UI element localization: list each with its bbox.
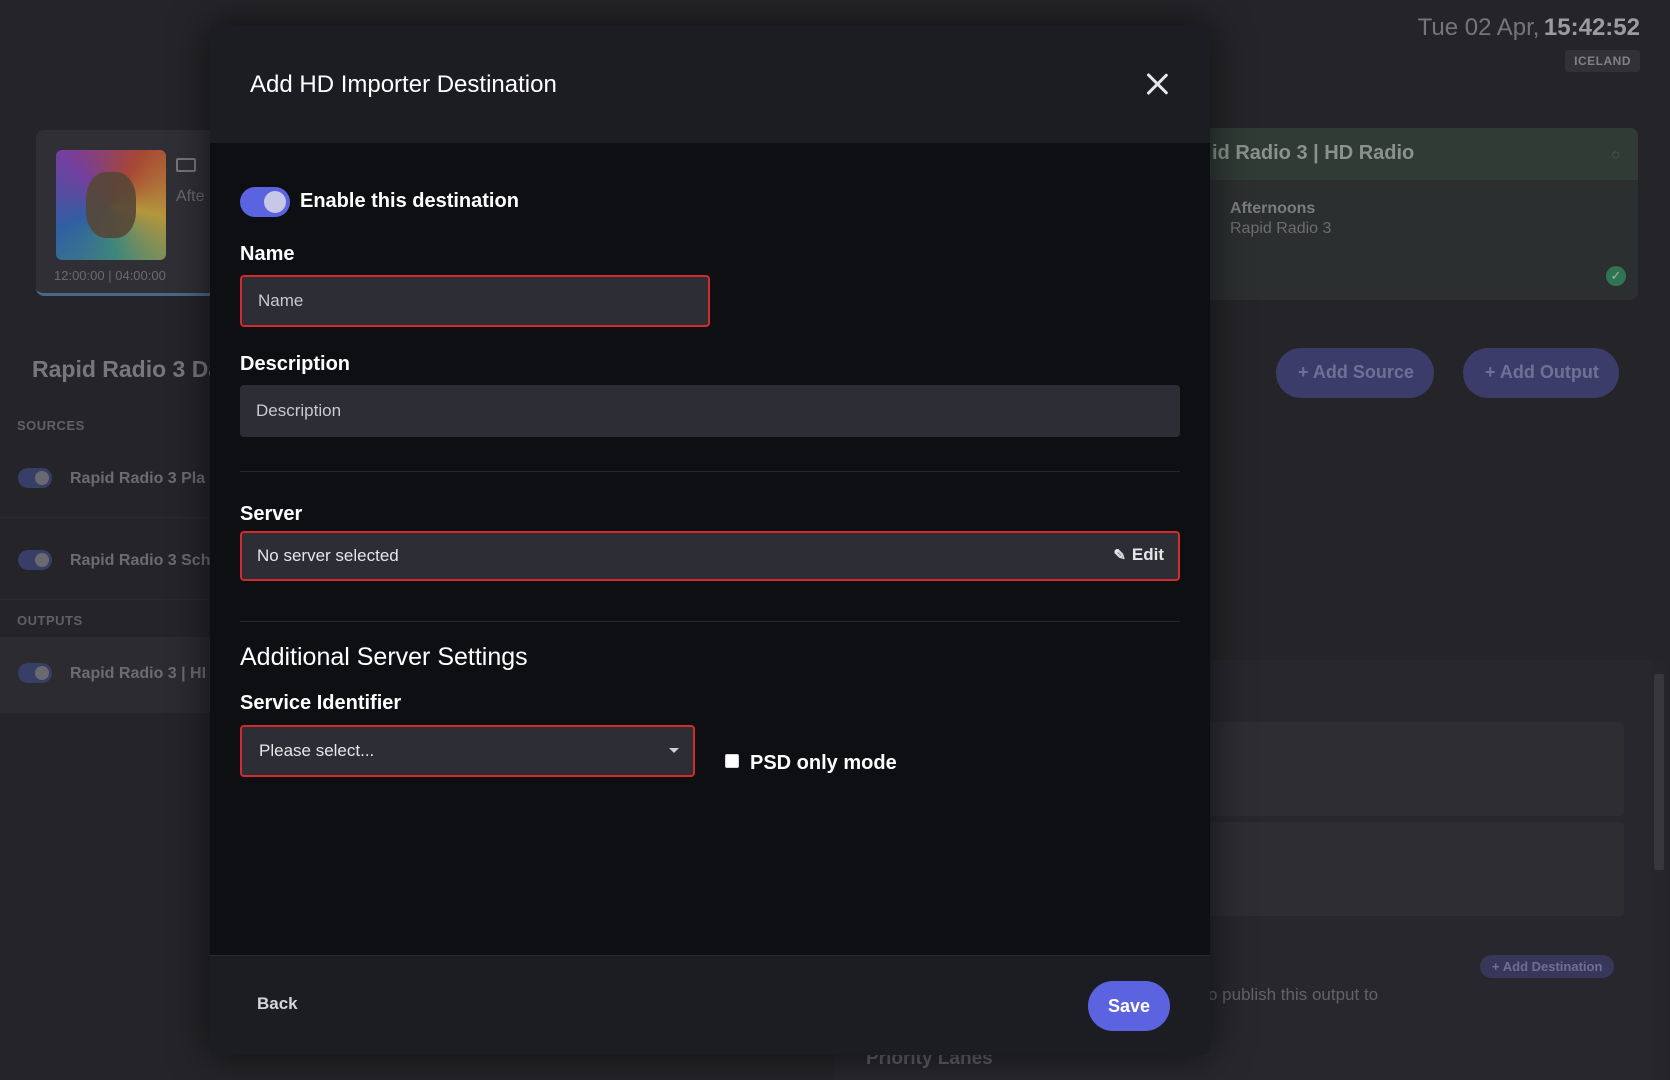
name-label: Name: [240, 243, 295, 265]
modal-header: Add HD Importer Destination: [210, 25, 1210, 143]
service-identifier-label: Service Identifier: [240, 692, 402, 714]
service-identifier-select[interactable]: Please select...: [240, 725, 695, 777]
psd-only-label[interactable]: PSD only mode: [750, 752, 897, 775]
pencil-icon: ✎: [1113, 547, 1126, 564]
enable-toggle[interactable]: [240, 187, 290, 217]
toggle-knob: [264, 191, 286, 213]
server-field[interactable]: No server selected ✎ Edit: [240, 531, 1180, 581]
edit-label: Edit: [1131, 545, 1164, 564]
description-label: Description: [240, 353, 351, 375]
close-icon[interactable]: [1144, 71, 1170, 97]
server-value: No server selected: [257, 546, 399, 565]
additional-settings-heading: Additional Server Settings: [240, 643, 528, 671]
modal-footer: Back Save: [210, 955, 1210, 1055]
service-identifier-value: Please select...: [259, 741, 375, 760]
divider: [240, 471, 1180, 472]
description-input[interactable]: [240, 385, 1180, 437]
modal-title: Add HD Importer Destination: [250, 71, 557, 98]
name-input[interactable]: [240, 275, 710, 327]
caret-down-icon: [669, 748, 679, 753]
edit-server-button[interactable]: ✎ Edit: [1113, 545, 1164, 565]
save-button[interactable]: Save: [1088, 981, 1170, 1031]
divider: [240, 621, 1180, 622]
back-button[interactable]: Back: [257, 994, 298, 1014]
enable-label: Enable this destination: [300, 190, 519, 212]
add-destination-modal: Add HD Importer Destination Enable this …: [210, 25, 1210, 1055]
server-label: Server: [240, 503, 303, 525]
psd-only-checkbox[interactable]: [725, 754, 739, 768]
